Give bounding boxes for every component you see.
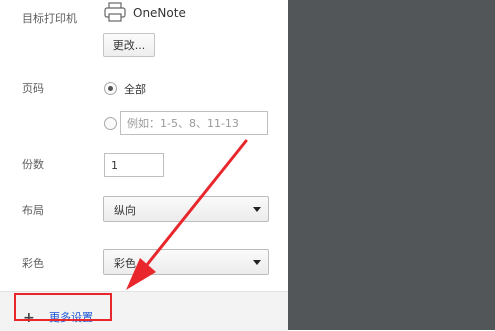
annotation-arrow xyxy=(126,139,248,290)
